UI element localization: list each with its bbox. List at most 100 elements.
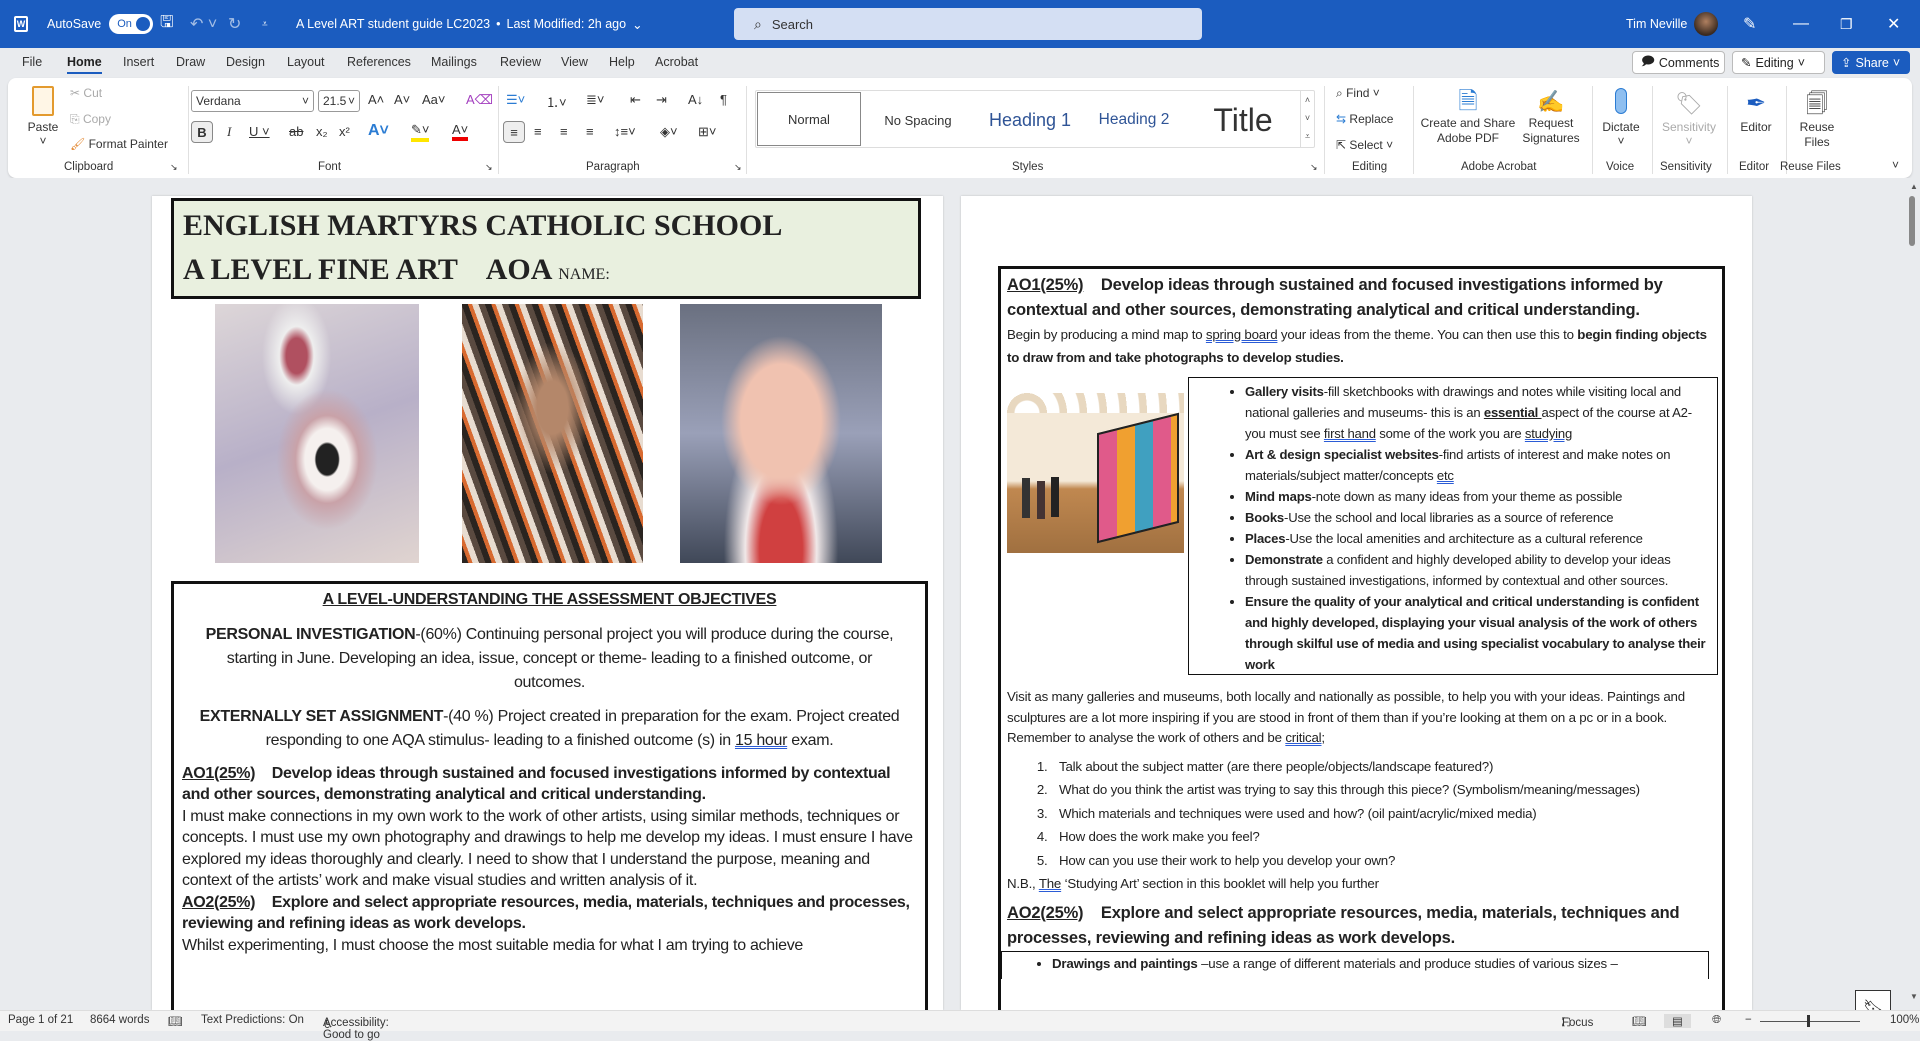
superscript-icon[interactable]: x² <box>339 124 350 139</box>
proofing-icon[interactable]: 📖︎ <box>168 1014 183 1028</box>
style-title[interactable]: Title <box>1188 91 1298 149</box>
bullet-drawings-paintings[interactable]: Drawings and paintings –use a range of d… <box>1052 954 1708 975</box>
clear-formatting-icon[interactable]: A⌫ <box>466 92 493 108</box>
bullet-websites[interactable]: Art & design specialist websites-find ar… <box>1245 444 1711 486</box>
question-item[interactable]: Talk about the subject matter (are there… <box>1051 757 1719 778</box>
tab-help[interactable]: Help <box>609 55 635 69</box>
highlight-icon[interactable]: ✎˅ <box>411 122 430 142</box>
bold-icon[interactable]: B <box>191 121 213 143</box>
ao2-heading[interactable]: AO2(25%) Explore and select appropriate … <box>182 892 917 935</box>
sensitivity-button[interactable]: 🏷 Sensitivity ˅ <box>1656 88 1722 148</box>
change-case-icon[interactable]: Aa˅ <box>422 92 446 107</box>
tab-layout[interactable]: Layout <box>287 55 325 69</box>
select-button[interactable]: ⇱ Select ˅ <box>1336 138 1393 152</box>
tab-view[interactable]: View <box>561 55 588 69</box>
question-item[interactable]: How does the work make you feel? <box>1051 827 1719 848</box>
dictate-button[interactable]: Dictate ˅ <box>1598 88 1644 148</box>
italic-icon[interactable]: I <box>227 124 231 140</box>
bullet-ensure-quality[interactable]: Ensure the quality of your analytical an… <box>1245 591 1711 675</box>
school-name[interactable]: ENGLISH MARTYRS CATHOLIC SCHOOL <box>183 209 918 243</box>
customize-qat-icon[interactable]: ⩡ <box>262 0 268 48</box>
search-input[interactable]: ⌕ Search <box>734 8 1202 40</box>
tab-references[interactable]: References <box>347 55 411 69</box>
bullet-books[interactable]: Books-Use the school and local libraries… <box>1245 507 1711 528</box>
style-heading-2[interactable]: Heading 2 <box>1084 91 1184 149</box>
increase-indent-icon[interactable]: ⇥ <box>656 92 667 108</box>
tab-home[interactable]: Home <box>67 55 102 74</box>
bullet-gallery-visits[interactable]: Gallery visits-fill sketchbooks with dra… <box>1245 381 1711 444</box>
reuse-files-button[interactable]: 🗐 Reuse Files <box>1788 88 1846 150</box>
format-painter-button[interactable]: 🖌 Format Painter <box>70 137 168 151</box>
decrease-indent-icon[interactable]: ⇤ <box>630 92 641 108</box>
justify-icon[interactable]: ≡ <box>586 124 594 139</box>
bullet-mind-maps[interactable]: Mind maps-note down as many ideas from y… <box>1245 486 1711 507</box>
read-mode-icon[interactable]: 📖︎ <box>1632 1014 1647 1028</box>
style-no-spacing[interactable]: No Spacing <box>866 91 970 149</box>
vertical-scrollbar[interactable]: ▲ ▼ <box>1904 178 1920 1010</box>
scrollbar-thumb[interactable] <box>1909 196 1915 246</box>
strikethrough-icon[interactable]: ab <box>289 124 303 139</box>
question-item[interactable]: How can you use their work to help you d… <box>1051 851 1719 872</box>
create-share-pdf-button[interactable]: 🗎 Create and Share Adobe PDF <box>1420 88 1516 146</box>
save-icon[interactable]: 🖫 <box>160 0 174 48</box>
print-layout-icon[interactable]: ▤ <box>1664 1014 1691 1028</box>
text-effects-icon[interactable]: A˅ <box>368 122 389 140</box>
styles-launcher-icon[interactable]: ↘ <box>1310 162 1318 173</box>
minimize-icon[interactable]: — <box>1793 0 1809 48</box>
align-left-icon[interactable]: ≡ <box>503 121 525 143</box>
ao1-body[interactable]: I must make connections in my own work t… <box>182 806 917 892</box>
sort-icon[interactable]: A↓ <box>688 92 703 107</box>
align-right-icon[interactable]: ≡ <box>560 124 568 139</box>
replace-button[interactable]: ⇆ Replace <box>1336 112 1393 126</box>
align-center-icon[interactable]: ≡ <box>534 124 542 139</box>
scroll-down-icon[interactable]: ▼ <box>1910 992 1918 1001</box>
close-icon[interactable]: ✕ <box>1887 0 1900 48</box>
ao1-heading[interactable]: AO1(25%) Develop ideas through sustained… <box>182 763 917 806</box>
cut-button[interactable]: ✂ Cut <box>70 86 102 100</box>
web-layout-icon[interactable]: 🌐︎ <box>1712 1014 1721 1027</box>
show-formatting-icon[interactable]: ¶ <box>720 92 727 107</box>
comments-button[interactable]: 🗩 Comments <box>1632 51 1725 74</box>
zoom-slider-thumb[interactable] <box>1807 1015 1810 1027</box>
shading-icon[interactable]: ◈˅ <box>660 124 678 140</box>
word-count[interactable]: 8664 words <box>90 1014 149 1026</box>
personal-investigation-paragraph[interactable]: PERSONAL INVESTIGATION-(60%) Continuing … <box>182 623 917 695</box>
font-name-select[interactable]: Verdana ˅ <box>191 90 314 112</box>
avatar[interactable] <box>1694 0 1718 48</box>
tab-design[interactable]: Design <box>226 55 265 69</box>
zoom-out-icon[interactable]: − <box>1745 1014 1752 1026</box>
ao2-heading[interactable]: AO2(25%) Explore and select appropriate … <box>1007 901 1719 951</box>
page-count[interactable]: Page 1 of 21 <box>8 1014 73 1026</box>
collapse-ribbon-icon[interactable]: ˅ <box>1892 158 1899 172</box>
font-color-icon[interactable]: A˅ <box>452 122 469 141</box>
editor-button[interactable]: ✒ Editor <box>1730 88 1782 134</box>
borders-icon[interactable]: ⊞˅ <box>698 124 716 140</box>
ao1-heading[interactable]: AO1(25%) Develop ideas through sustained… <box>1007 273 1716 323</box>
course-title[interactable]: A LEVEL FINE ART <box>183 253 457 286</box>
find-button[interactable]: ⌕ Find ˅ <box>1336 86 1380 101</box>
autosave-toggle[interactable]: AutoSave On <box>47 0 154 48</box>
pen-icon[interactable]: ✎ <box>1743 0 1756 48</box>
shrink-font-icon[interactable]: A˅ <box>394 92 410 107</box>
font-launcher-icon[interactable]: ↘ <box>485 162 493 173</box>
copy-button[interactable]: ⎘ Copy <box>70 112 111 127</box>
grow-font-icon[interactable]: A˄ <box>368 92 384 107</box>
text-predictions[interactable]: Text Predictions: On <box>201 1014 304 1026</box>
style-normal[interactable]: Normal <box>757 92 861 146</box>
share-button[interactable]: ⇪ Share ˅ <box>1832 51 1910 74</box>
name-label[interactable]: NAME: <box>558 266 610 283</box>
clipboard-launcher-icon[interactable]: ↘ <box>170 162 178 173</box>
tab-acrobat[interactable]: Acrobat <box>655 55 698 69</box>
tab-draw[interactable]: Draw <box>176 55 205 69</box>
editing-mode-button[interactable]: ✎ Editing ˅ <box>1732 51 1825 74</box>
bullets-icon[interactable]: ☰˅ <box>506 92 525 108</box>
style-heading-1[interactable]: Heading 1 <box>978 91 1082 149</box>
bullet-demonstrate[interactable]: Demonstrate a confident and highly devel… <box>1245 549 1711 591</box>
line-spacing-icon[interactable]: ↕≡˅ <box>614 124 636 139</box>
nb-note[interactable]: N.B., The ‘Studying Art’ section in this… <box>1007 874 1719 895</box>
font-size-select[interactable]: 21.5 ˅ <box>318 90 360 112</box>
paste-button[interactable]: Paste ˅ <box>26 86 60 148</box>
numbering-icon[interactable]: ⒈˅ <box>546 92 567 111</box>
tab-file[interactable]: File <box>22 55 42 69</box>
visit-paragraph[interactable]: Visit as many galleries and museums, bot… <box>1007 687 1719 749</box>
